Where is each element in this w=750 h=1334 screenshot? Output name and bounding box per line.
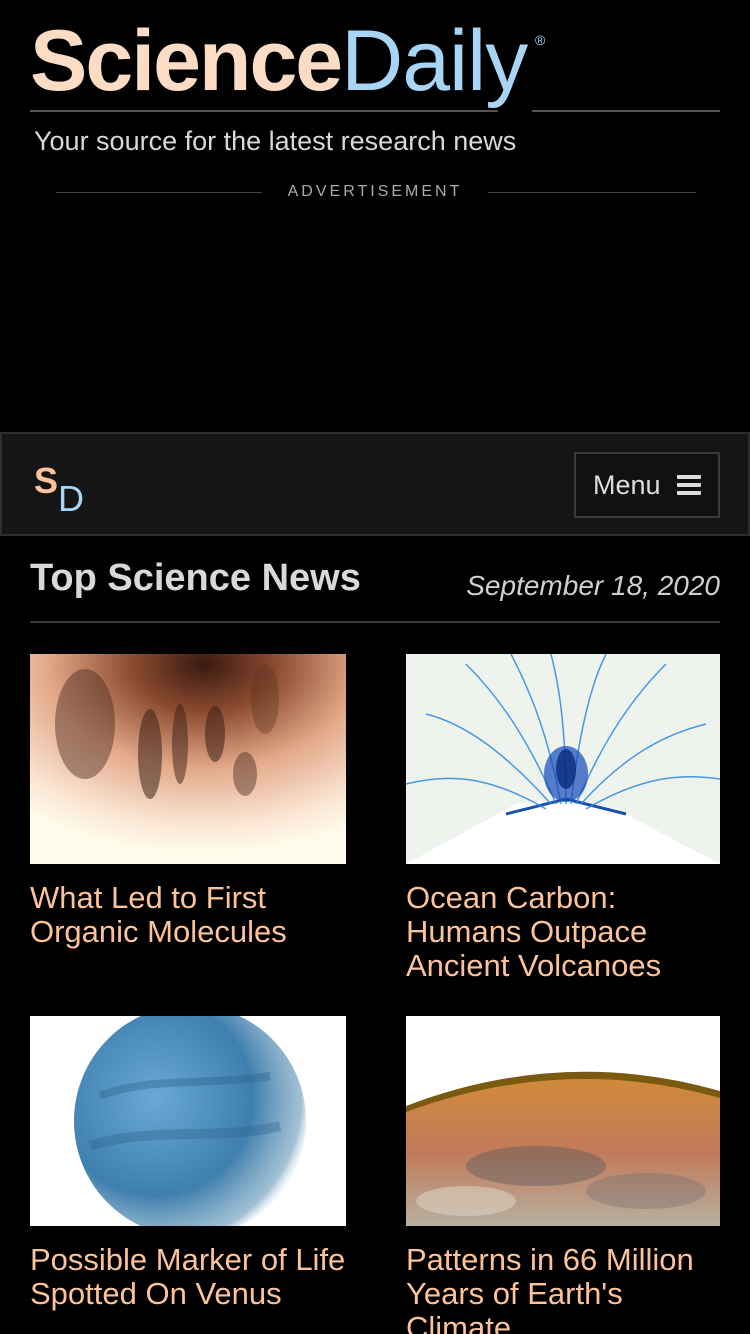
page: ScienceDaily ® Your source for the lates… [0, 0, 750, 1334]
story-headline[interactable]: Possible Marker of Life Spotted On Venus [30, 1243, 346, 1311]
story-headline[interactable]: Patterns in 66 Million Years of Earth's … [406, 1243, 720, 1334]
earth-climate-image[interactable] [406, 1016, 720, 1226]
venus-image[interactable] [30, 1016, 346, 1226]
section-divider [30, 621, 720, 623]
section-date: September 18, 2020 [466, 570, 720, 601]
story-headline[interactable]: What Led to First Organic Molecules [30, 881, 346, 949]
menu-label: Menu [593, 469, 661, 500]
masthead: ScienceDaily ® [30, 18, 720, 118]
ad-divider [488, 192, 696, 193]
menu-button[interactable]: Menu [574, 452, 720, 518]
site-tagline: Your source for the latest research news [34, 126, 517, 156]
advertisement-label-row: ADVERTISEMENT [56, 182, 696, 202]
section-title: Top Science News [30, 557, 361, 599]
advertisement-slot[interactable] [0, 212, 750, 430]
volcano-image[interactable] [406, 654, 720, 864]
story-headline[interactable]: Ocean Carbon: Humans Outpace Ancient Vol… [406, 881, 720, 983]
masthead-divider [532, 110, 720, 112]
hamburger-icon [676, 475, 701, 495]
sd-home-logo[interactable]: S D [32, 458, 92, 519]
advertisement-label: ADVERTISEMENT [287, 183, 463, 200]
site-logo[interactable]: ScienceDaily [30, 18, 528, 104]
logo-daily-text: Daily [341, 13, 528, 109]
masthead-divider [30, 110, 498, 112]
sd-logo-s: S [34, 460, 59, 501]
ad-divider [56, 192, 262, 193]
navbar: S D Menu [0, 432, 750, 536]
sd-logo-d: D [58, 478, 84, 519]
logo-science-text: Science [30, 13, 343, 109]
organic-molecules-image[interactable] [30, 654, 346, 864]
registered-mark: ® [535, 32, 546, 48]
